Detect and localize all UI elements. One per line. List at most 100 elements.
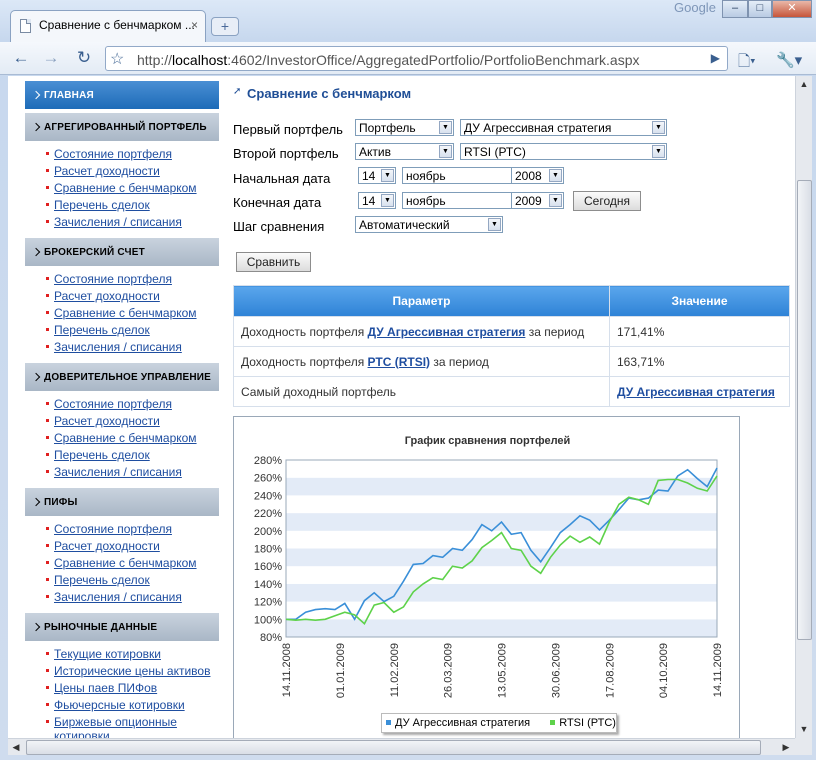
nav-section-header[interactable]: ДОВЕРИТЕЛЬНОЕ УПРАВЛЕНИЕ: [25, 363, 219, 391]
sidebar-item: Перечень сделок: [25, 573, 219, 590]
nav-section-list: Текущие котировки Исторические цены актив…: [25, 641, 219, 738]
bookmark-star-icon[interactable]: ☆: [110, 49, 124, 69]
end-year-select[interactable]: 2009 ▼: [511, 192, 564, 209]
step-select[interactable]: Автоматический ▼: [355, 216, 503, 233]
portfolio-link[interactable]: ДУ Агрессивная стратегия: [368, 325, 526, 339]
scroll-right-icon[interactable]: ▶: [778, 739, 794, 755]
table-row: Самый доходный портфель ДУ Агрессивная с…: [233, 376, 790, 407]
sidebar-link[interactable]: Зачисления / списания: [54, 215, 182, 229]
sidebar-item: Зачисления / списания: [25, 465, 219, 482]
sidebar-link[interactable]: Расчет доходности: [54, 289, 160, 303]
step-label: Шаг сравнения: [233, 219, 325, 234]
x-tick-label: 30.06.2009: [550, 643, 562, 698]
sidebar-item: Состояние портфеля: [25, 397, 219, 414]
start-year-select[interactable]: 2008 ▼: [511, 167, 564, 184]
document-icon: [20, 19, 31, 33]
grid-band: [286, 548, 717, 567]
sidebar-link[interactable]: Расчет доходности: [54, 164, 160, 178]
vertical-scroll-thumb[interactable]: [797, 180, 812, 640]
forward-icon[interactable]: →: [40, 49, 62, 69]
sidebar-link[interactable]: Перечень сделок: [54, 323, 150, 337]
y-tick-label: 100%: [254, 614, 282, 626]
sidebar-link[interactable]: Состояние портфеля: [54, 147, 172, 161]
nav-section-header[interactable]: АГРЕГИРОВАННЫЙ ПОРТФЕЛЬ: [25, 113, 219, 141]
today-button[interactable]: Сегодня: [573, 191, 641, 211]
second-type-select[interactable]: Актив ▼: [355, 143, 454, 160]
maximize-button[interactable]: □: [748, 0, 772, 18]
first-portfolio-select[interactable]: ДУ Агрессивная стратегия ▼: [460, 119, 667, 136]
sidebar-link[interactable]: Зачисления / списания: [54, 590, 182, 604]
reload-icon[interactable]: ↻: [73, 49, 95, 69]
sidebar-link[interactable]: Состояние портфеля: [54, 522, 172, 536]
end-day-select[interactable]: 14 ▼: [358, 192, 396, 209]
nav-section-header[interactable]: ПИФЫ: [25, 488, 219, 516]
sidebar-link[interactable]: Перечень сделок: [54, 573, 150, 587]
x-tick-label: 26.03.2009: [443, 643, 455, 698]
tab-close-icon[interactable]: ×: [191, 18, 198, 32]
sidebar-link[interactable]: Зачисления / списания: [54, 340, 182, 354]
sidebar-item: Зачисления / списания: [25, 590, 219, 607]
scroll-down-icon[interactable]: ▼: [796, 721, 812, 737]
sidebar-link[interactable]: Сравнение с бенчмарком: [54, 181, 197, 195]
sidebar-link[interactable]: Фьючерсные котировки: [54, 698, 185, 712]
sidebar-item: Состояние портфеля: [25, 522, 219, 539]
go-icon[interactable]: ▶: [711, 51, 720, 65]
browser-toolbar: ← → ↻ ☆ http://localhost:4602/InvestorOf…: [0, 42, 816, 75]
sidebar-link[interactable]: Текущие котировки: [54, 647, 161, 661]
x-tick-label: 01.01.2009: [335, 643, 347, 698]
y-tick-label: 140%: [254, 579, 282, 591]
sidebar-item: Расчет доходности: [25, 414, 219, 431]
wrench-menu-icon[interactable]: 🔧▾: [776, 51, 802, 69]
row-value: ДУ Агрессивная стратегия: [609, 376, 790, 407]
chevron-down-icon: ▼: [549, 169, 562, 182]
scroll-up-icon[interactable]: ▲: [796, 76, 812, 92]
address-bar[interactable]: ☆ http://localhost:4602/InvestorOffice/A…: [105, 46, 728, 71]
y-tick-label: 240%: [254, 490, 282, 502]
column-header-param: Параметр: [233, 285, 610, 317]
scroll-left-icon[interactable]: ◀: [8, 739, 24, 755]
nav-main[interactable]: ГЛАВНАЯ: [25, 81, 219, 109]
new-tab-button[interactable]: +: [211, 17, 239, 36]
sidebar-link[interactable]: Исторические цены активов: [54, 664, 210, 678]
start-day-select[interactable]: 14 ▼: [358, 167, 396, 184]
sidebar-item: Фьючерсные котировки: [25, 698, 219, 715]
page-menu-icon[interactable]: 🗋▾: [738, 51, 756, 76]
sidebar-link[interactable]: Сравнение с бенчмарком: [54, 306, 197, 320]
sidebar-link[interactable]: Сравнение с бенчмарком: [54, 556, 197, 570]
y-tick-label: 260%: [254, 473, 282, 485]
best-portfolio-link[interactable]: ДУ Агрессивная стратегия: [617, 385, 775, 399]
nav-section-header[interactable]: БРОКЕРСКИЙ СЧЕТ: [25, 238, 219, 266]
sidebar-link[interactable]: Цены паев ПИФов: [54, 681, 157, 695]
horizontal-scroll-thumb[interactable]: [26, 740, 761, 755]
sidebar-link[interactable]: Перечень сделок: [54, 198, 150, 212]
sidebar-link[interactable]: Сравнение с бенчмарком: [54, 431, 197, 445]
x-tick-label: 14.11.2008: [281, 643, 293, 697]
sidebar-link[interactable]: Состояние портфеля: [54, 397, 172, 411]
horizontal-scrollbar[interactable]: ◀ ▶: [8, 738, 795, 755]
sidebar-link[interactable]: Состояние портфеля: [54, 272, 172, 286]
sidebar-item: Сравнение с бенчмарком: [25, 556, 219, 573]
row-label: Самый доходный портфель: [233, 376, 610, 407]
sidebar-item: Состояние портфеля: [25, 272, 219, 289]
chart-plot: 80% 100% 120% 140% 160% 180% 200% 220% 240% 260% 2…: [254, 455, 724, 698]
sidebar-link[interactable]: Биржевые опционные котировки: [54, 715, 177, 738]
first-type-select[interactable]: Портфель ▼: [355, 119, 454, 136]
vertical-scrollbar[interactable]: ▲ ▼: [795, 76, 812, 738]
x-tick-label: 17.08.2009: [604, 643, 616, 698]
compare-button[interactable]: Сравнить: [236, 252, 311, 272]
url-text[interactable]: http://localhost:4602/InvestorOffice/Agg…: [137, 52, 640, 68]
sidebar-link[interactable]: Зачисления / списания: [54, 465, 182, 479]
nav-section-header[interactable]: РЫНОЧНЫЕ ДАННЫЕ: [25, 613, 219, 641]
sidebar-link[interactable]: Расчет доходности: [54, 539, 160, 553]
title-bar: Сравнение с бенчмарком ... × + Google – …: [0, 0, 816, 42]
minimize-button[interactable]: –: [722, 0, 748, 18]
browser-tab[interactable]: Сравнение с бенчмарком ... ×: [10, 10, 206, 42]
sidebar-item: Исторические цены активов: [25, 664, 219, 681]
second-portfolio-select[interactable]: RTSI (РТС) ▼: [460, 143, 667, 160]
close-window-button[interactable]: ✕: [772, 0, 812, 18]
sidebar-link[interactable]: Расчет доходности: [54, 414, 160, 428]
back-icon[interactable]: ←: [10, 49, 32, 69]
y-tick-label: 220%: [254, 508, 282, 520]
sidebar-link[interactable]: Перечень сделок: [54, 448, 150, 462]
asset-link[interactable]: РТС (RTSI): [368, 355, 431, 369]
